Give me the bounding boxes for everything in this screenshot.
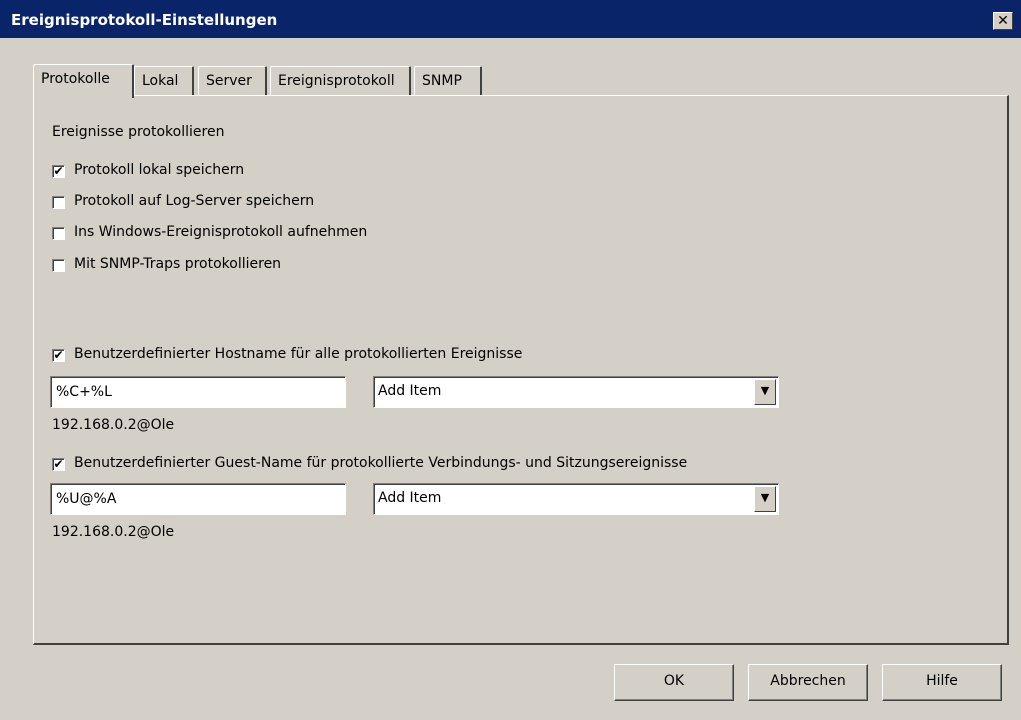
help-button[interactable]: Hilfe: [882, 664, 1002, 701]
hostname-input[interactable]: %C+%L: [50, 376, 346, 408]
window-title: Ereignisprotokoll-Einstellungen: [11, 11, 278, 29]
section-heading: Ereignisse protokollieren: [52, 124, 225, 140]
check-icon: ✔: [53, 457, 64, 471]
check-icon: ✔: [53, 164, 64, 178]
chevron-down-icon[interactable]: ▼: [754, 486, 776, 512]
checkbox-label: Ins Windows-Ereignisprotokoll aufnehmen: [74, 224, 368, 240]
checkbox-label: Protokoll lokal speichern: [74, 162, 245, 178]
checkbox-custom-guestname[interactable]: ✔: [52, 458, 65, 471]
checkbox-label: Benutzerdefinierter Hostname für alle pr…: [74, 346, 523, 362]
checkbox-snmp-traps[interactable]: [52, 259, 65, 272]
hostname-add-item-select[interactable]: Add Item ▼: [373, 376, 779, 408]
tab-ereignisprotokoll[interactable]: Ereignisprotokoll: [270, 66, 411, 96]
select-value: Add Item: [378, 383, 442, 399]
checkbox-custom-hostname[interactable]: ✔: [52, 349, 65, 362]
check-icon: ✔: [53, 348, 64, 362]
chevron-down-icon[interactable]: ▼: [754, 379, 776, 405]
checkbox-windows-ereignisprotokoll[interactable]: [52, 227, 65, 240]
tab-label: Lokal: [142, 73, 179, 89]
checkbox-label: Protokoll auf Log-Server speichern: [74, 193, 315, 209]
ok-button[interactable]: OK: [614, 664, 734, 701]
checkbox-label: Mit SNMP-Traps protokollieren: [74, 256, 282, 272]
checkbox-label: Benutzerdefinierter Guest-Name für proto…: [74, 455, 688, 471]
guestname-preview: 192.168.0.2@Ole: [52, 524, 175, 540]
tab-label: Ereignisprotokoll: [278, 73, 395, 89]
guestname-add-item-select[interactable]: Add Item ▼: [373, 483, 779, 515]
select-value: Add Item: [378, 490, 442, 506]
tab-snmp[interactable]: SNMP: [414, 66, 482, 96]
checkbox-log-server[interactable]: [52, 196, 65, 209]
cancel-button[interactable]: Abbrechen: [748, 664, 868, 701]
guestname-input[interactable]: %U@%A: [50, 483, 346, 515]
tab-server[interactable]: Server: [198, 66, 267, 96]
tab-label: Protokolle: [41, 71, 110, 87]
tab-label: Server: [206, 73, 252, 89]
hostname-preview: 192.168.0.2@Ole: [52, 417, 175, 433]
tab-label: SNMP: [422, 73, 462, 89]
close-icon[interactable]: ✕: [993, 12, 1013, 30]
tab-lokal[interactable]: Lokal: [134, 66, 194, 96]
title-bar: Ereignisprotokoll-Einstellungen ✕: [0, 0, 1021, 38]
checkbox-protokoll-lokal[interactable]: ✔: [52, 165, 65, 178]
tab-protokolle[interactable]: Protokolle: [33, 64, 134, 98]
